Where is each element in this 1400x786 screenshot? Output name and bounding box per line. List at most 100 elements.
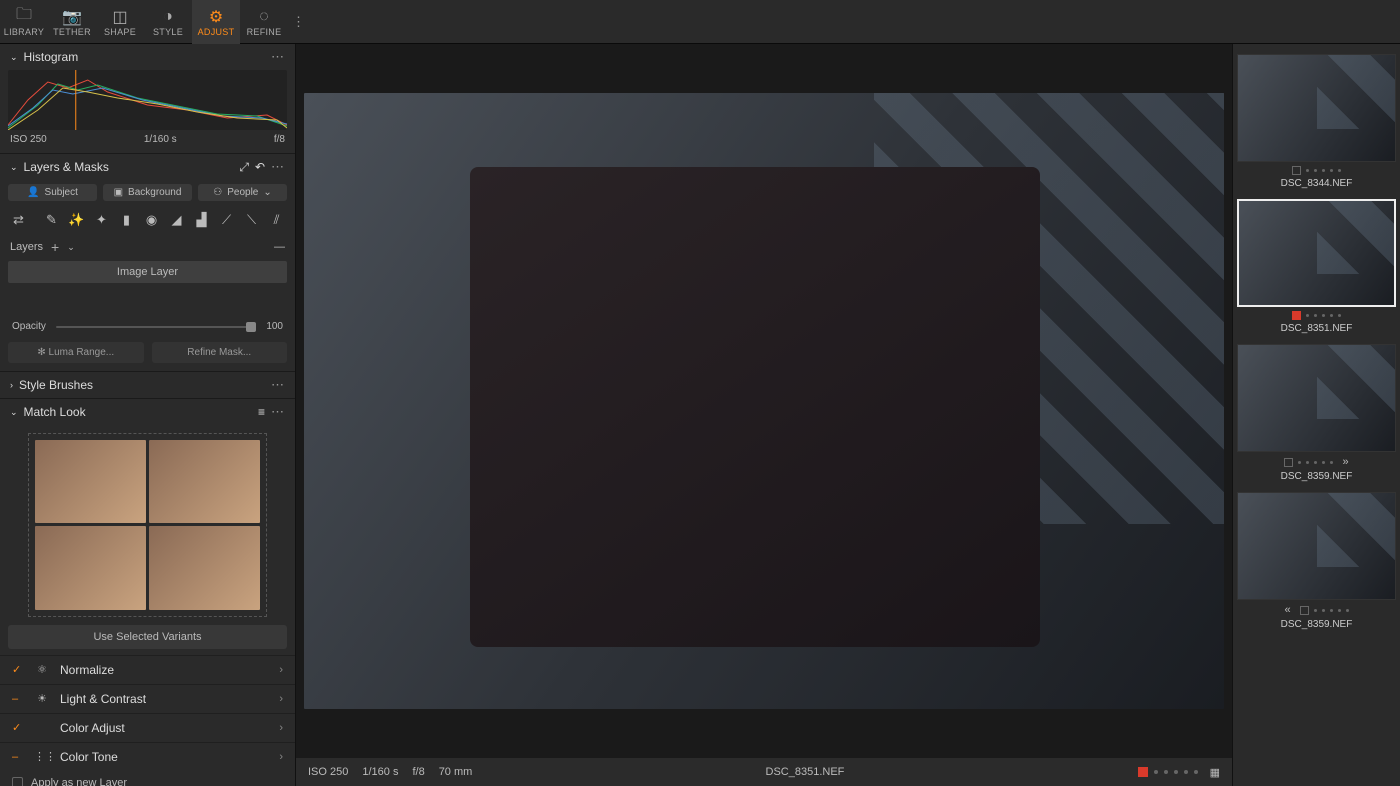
linear-gradient-icon[interactable]: ▮ xyxy=(118,211,135,229)
landscape-icon: ▣ xyxy=(114,187,123,198)
info-iso: ISO 250 xyxy=(308,766,348,778)
opacity-value: 100 xyxy=(266,321,283,332)
stamp-icon[interactable]: ▟ xyxy=(193,211,210,229)
chevron-down-icon[interactable]: ⌄ xyxy=(10,407,18,418)
chevron-right-icon[interactable]: › xyxy=(10,380,13,390)
sliders-icon: ⚙ xyxy=(209,7,223,27)
list-icon[interactable]: ⇄ xyxy=(10,211,27,229)
background-mask-chip[interactable]: ▣Background xyxy=(103,184,192,201)
adjustment-normalize[interactable]: ✓ ⚛ Normalize › xyxy=(0,655,295,684)
tab-library[interactable]: 🗀LIBRARY xyxy=(0,0,48,44)
match-look-thumb[interactable] xyxy=(35,440,146,523)
chevron-right-icon[interactable]: » xyxy=(1342,456,1348,468)
picker-icon[interactable]: ✎ xyxy=(43,211,60,229)
adjust-tools-panel: ⌄ Histogram ⋯ ISO 250 1/160 s f/8 xyxy=(0,44,296,786)
eraser-icon[interactable]: ◢ xyxy=(168,211,185,229)
tab-style[interactable]: ◑STYLE xyxy=(144,0,192,44)
more-icon[interactable]: ⋯ xyxy=(271,377,285,393)
style-icon: ◑ xyxy=(163,7,173,27)
chevron-down-icon[interactable]: ⌄ xyxy=(10,162,18,173)
tool-overflow-icon[interactable]: ⋮ xyxy=(292,14,306,30)
dash-icon: – xyxy=(12,693,24,705)
thumbnail-card[interactable]: » DSC_8359.NEF xyxy=(1237,344,1396,482)
more-icon[interactable]: ⋯ xyxy=(271,49,285,65)
brush-icon[interactable]: ✦ xyxy=(93,211,110,229)
camera-icon: 📷 xyxy=(62,7,82,27)
check-icon: ✓ xyxy=(12,663,24,676)
chevron-left-icon[interactable]: « xyxy=(1284,604,1290,616)
grid-icon[interactable]: ▦ xyxy=(1210,766,1220,779)
chevron-down-icon[interactable]: ⌄ xyxy=(10,52,18,63)
tab-shape[interactable]: ◫SHAPE xyxy=(96,0,144,44)
chevron-down-icon: ⌄ xyxy=(263,187,271,198)
thumbnail-card[interactable]: « DSC_8359.NEF xyxy=(1237,492,1396,630)
match-look-dropzone[interactable] xyxy=(28,433,267,617)
apply-new-layer-label: Apply as new Layer xyxy=(31,777,127,786)
undo-icon[interactable]: ↶ xyxy=(255,160,265,174)
normalize-icon: ⚛ xyxy=(34,663,50,676)
match-look-thumb[interactable] xyxy=(35,526,146,609)
histogram-graph xyxy=(8,70,287,130)
radial-gradient-icon[interactable]: ◉ xyxy=(143,211,160,229)
tab-tether[interactable]: 📷TETHER xyxy=(48,0,96,44)
info-filename: DSC_8351.NEF xyxy=(766,766,845,778)
chevron-right-icon: › xyxy=(279,664,283,676)
thumbnail-card[interactable]: DSC_8344.NEF xyxy=(1237,54,1396,189)
image-canvas[interactable] xyxy=(296,44,1232,758)
tone-icon: ⋮⋮ xyxy=(34,750,50,763)
layer-item[interactable]: Image Layer xyxy=(8,261,287,283)
list-view-icon[interactable]: ≡ xyxy=(258,405,265,419)
layers-masks-section: ⌄ Layers & Masks ⤢ ↶ ⋯ 👤Subject ▣Backgro… xyxy=(0,154,295,372)
chevron-down-icon[interactable]: ⌄ xyxy=(67,242,75,253)
remove-layer-button[interactable]: — xyxy=(274,241,285,253)
person-icon: 👤 xyxy=(27,187,39,198)
tab-adjust[interactable]: ⚙ADJUST xyxy=(192,0,240,44)
magic-brush-icon[interactable]: ✨ xyxy=(68,211,85,229)
viewer-info-bar: ISO 250 1/160 s f/8 70 mm DSC_8351.NEF ▦ xyxy=(296,758,1232,786)
adjustment-light-contrast[interactable]: – ☀ Light & Contrast › xyxy=(0,684,295,713)
thumbnail-card-selected[interactable]: DSC_8351.NEF xyxy=(1237,199,1396,334)
thumb-rating[interactable] xyxy=(1237,311,1396,320)
refine-edge-icon[interactable]: ⫽ xyxy=(268,211,285,229)
thumbnail-image xyxy=(1237,54,1396,162)
refine-mask-button[interactable]: Refine Mask... xyxy=(152,342,288,363)
thumbnail-image xyxy=(1237,199,1396,307)
layers-masks-title: Layers & Masks xyxy=(24,160,109,174)
people-mask-chip[interactable]: ⚇People⌄ xyxy=(198,184,287,201)
tab-refine[interactable]: ◌REFINE xyxy=(240,0,288,44)
adjustment-color-adjust[interactable]: ✓ Color Adjust › xyxy=(0,713,295,742)
adjustment-color-tone[interactable]: – ⋮⋮ Color Tone › xyxy=(0,742,295,771)
info-aperture: f/8 xyxy=(412,766,424,778)
thumb-rating[interactable]: » xyxy=(1237,456,1396,468)
preview-image xyxy=(304,93,1224,709)
more-icon[interactable]: ⋯ xyxy=(271,159,285,175)
info-focal: 70 mm xyxy=(439,766,473,778)
people-icon: ⚇ xyxy=(213,187,222,198)
match-look-thumb[interactable] xyxy=(149,526,260,609)
shutter-value: 1/160 s xyxy=(144,134,177,145)
thumb-rating[interactable] xyxy=(1237,166,1396,175)
opacity-slider[interactable] xyxy=(56,326,256,328)
shape-icon: ◫ xyxy=(112,7,127,27)
more-icon[interactable]: ⋯ xyxy=(271,404,285,420)
thumb-rating[interactable]: « xyxy=(1237,604,1396,616)
match-look-title: Match Look xyxy=(24,405,86,419)
style-brushes-title: Style Brushes xyxy=(19,378,93,392)
color-tag-rating[interactable]: ▦ xyxy=(1138,766,1220,779)
add-layer-button[interactable]: + xyxy=(51,239,59,255)
erase-brush-icon[interactable]: ⟋ xyxy=(218,211,235,229)
match-look-section: ⌄ Match Look ≡ ⋯ Use Selected Variants ✓… xyxy=(0,399,295,786)
brightness-icon: ☀ xyxy=(34,692,50,705)
use-selected-variants-button[interactable]: Use Selected Variants xyxy=(8,625,287,649)
opacity-label: Opacity xyxy=(12,321,46,332)
feather-icon[interactable]: ⟍ xyxy=(243,211,260,229)
aperture-value: f/8 xyxy=(274,134,285,145)
luma-range-button[interactable]: ✻ Luma Range... xyxy=(8,342,144,363)
apply-new-layer-checkbox[interactable] xyxy=(12,777,23,786)
chevron-right-icon: › xyxy=(279,751,283,763)
match-look-thumb[interactable] xyxy=(149,440,260,523)
main-tab-bar: 🗀LIBRARY 📷TETHER ◫SHAPE ◑STYLE ⚙ADJUST ◌… xyxy=(0,0,1400,44)
expand-icon[interactable]: ⤢ xyxy=(239,160,249,175)
subject-mask-chip[interactable]: 👤Subject xyxy=(8,184,97,201)
chevron-right-icon: › xyxy=(279,693,283,705)
